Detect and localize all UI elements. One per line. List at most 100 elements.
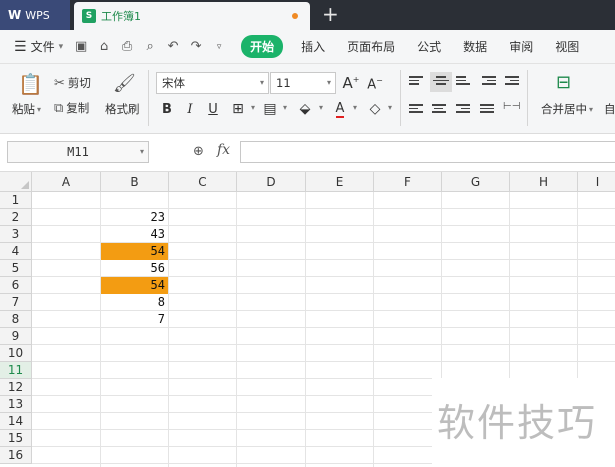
column-header-g[interactable]: G	[442, 172, 510, 192]
print-preview-icon[interactable]: ⌕	[142, 39, 158, 54]
row-header-16[interactable]: 16	[0, 447, 32, 464]
cell-b8[interactable]: 7	[101, 311, 168, 328]
scissors-icon: ✂	[54, 75, 65, 91]
shrink-font-button[interactable]: A−	[366, 76, 384, 92]
select-all-corner[interactable]	[0, 172, 32, 192]
increase-indent-icon[interactable]	[505, 74, 523, 90]
row-header-3[interactable]: 3	[0, 226, 32, 243]
row-gridline	[32, 361, 615, 362]
align-right-icon[interactable]	[456, 102, 474, 118]
merge-center-icon[interactable]: ⊟	[556, 72, 571, 93]
row-header-7[interactable]: 7	[0, 294, 32, 311]
wps-home-tab[interactable]: W WPS	[0, 0, 70, 30]
export-icon[interactable]: ⌂	[96, 39, 112, 54]
tab-formulas[interactable]: 公式	[417, 38, 441, 55]
tab-data[interactable]: 数据	[463, 38, 487, 55]
hamburger-icon: ☰	[14, 38, 27, 55]
cut-button[interactable]: ✂ 剪切	[54, 75, 91, 91]
cut-label: 剪切	[67, 76, 91, 90]
print-icon[interactable]: ⎙	[119, 39, 135, 54]
grow-font-icon: A	[342, 74, 353, 92]
justify-icon[interactable]	[480, 102, 498, 118]
row-header-10[interactable]: 10	[0, 345, 32, 362]
customize-dropdown-icon[interactable]: ▿	[211, 42, 227, 52]
decrease-indent-icon[interactable]	[482, 74, 500, 90]
tab-page-layout[interactable]: 页面布局	[347, 38, 395, 55]
chevron-down-icon[interactable]: ▾	[312, 103, 330, 112]
chevron-down-icon[interactable]: ▾	[276, 103, 294, 112]
function-icon[interactable]: fx	[217, 142, 230, 158]
align-top-icon[interactable]	[409, 74, 427, 90]
shrink-font-icon: A	[367, 77, 377, 93]
column-header-h[interactable]: H	[510, 172, 578, 192]
row-header-13[interactable]: 13	[0, 396, 32, 413]
column-header-i[interactable]: I	[578, 172, 615, 192]
column-header-e[interactable]: E	[306, 172, 374, 192]
menu-bar: ☰ 文件 ▾ ▣ ⌂ ⎙ ⌕ ↶ ↷ ▿ 开始 插入 页面布局 公式 数据 审阅…	[0, 30, 615, 64]
row-header-12[interactable]: 12	[0, 379, 32, 396]
italic-button[interactable]: I	[181, 102, 199, 117]
format-painter-icon[interactable]: 🖌	[113, 73, 136, 94]
tab-review[interactable]: 审阅	[509, 38, 533, 55]
font-name-select[interactable]: 宋体 ▾	[156, 72, 269, 94]
name-box[interactable]: M11 ▾	[7, 141, 149, 163]
save-icon[interactable]: ▣	[73, 39, 89, 54]
align-middle-icon[interactable]	[430, 72, 452, 92]
paste-button[interactable]: 粘贴 ▾	[12, 101, 41, 117]
undo-icon[interactable]: ↶	[165, 39, 181, 54]
column-header-a[interactable]: A	[32, 172, 101, 192]
formula-input[interactable]	[240, 141, 615, 163]
quick-access-toolbar: ▣ ⌂ ⎙ ⌕ ↶ ↷ ▿	[73, 39, 227, 54]
ribbon-tabs: 开始 插入 页面布局 公式 数据 审阅 视图	[241, 35, 601, 58]
row-header-2[interactable]: 2	[0, 209, 32, 226]
format-painter-button[interactable]: 格式刷	[105, 101, 140, 117]
font-size-select[interactable]: 11 ▾	[270, 72, 336, 94]
new-tab-button[interactable]: +	[322, 3, 339, 25]
cell-b5[interactable]: 56	[101, 260, 168, 277]
ribbon-divider	[400, 70, 401, 126]
row-header-15[interactable]: 15	[0, 430, 32, 447]
align-bottom-icon[interactable]	[456, 74, 474, 90]
chevron-down-icon[interactable]: ▾	[381, 103, 399, 112]
column-header-f[interactable]: F	[374, 172, 442, 192]
wrap-text-button-partial[interactable]: 自	[604, 101, 615, 117]
align-center-icon[interactable]	[432, 102, 450, 118]
paste-icon[interactable]: 📋	[18, 72, 43, 96]
column-header-b[interactable]: B	[101, 172, 169, 192]
chevron-down-icon: ▾	[589, 104, 594, 114]
tab-home[interactable]: 开始	[241, 35, 284, 58]
copy-button[interactable]: ⧉ 复制	[54, 100, 89, 116]
column-header-c[interactable]: C	[169, 172, 237, 192]
row-header-6[interactable]: 6	[0, 277, 32, 294]
zoom-icon[interactable]: ⊕	[193, 144, 204, 159]
column-gridline	[373, 192, 374, 467]
font-color-icon: A	[335, 101, 345, 118]
cell-b3[interactable]: 43	[101, 226, 168, 243]
distributed-align-icon[interactable]: ⊢⊣	[503, 101, 521, 117]
row-header-4[interactable]: 4	[0, 243, 32, 260]
row-header-9[interactable]: 9	[0, 328, 32, 345]
chevron-down-icon[interactable]: ▾	[244, 103, 262, 112]
cell-b6[interactable]: 54	[101, 277, 168, 294]
tab-view[interactable]: 视图	[555, 38, 579, 55]
tab-insert[interactable]: 插入	[301, 38, 325, 55]
row-header-5[interactable]: 5	[0, 260, 32, 277]
file-menu-button[interactable]: ☰ 文件 ▾	[14, 38, 63, 55]
grow-font-button[interactable]: A+	[342, 74, 360, 92]
chevron-down-icon[interactable]: ▾	[346, 103, 364, 112]
cell-b2[interactable]: 23	[101, 209, 168, 226]
merge-center-button[interactable]: 合并居中 ▾	[541, 101, 593, 117]
align-left-icon[interactable]	[409, 102, 427, 118]
bold-button[interactable]: B	[158, 102, 176, 117]
underline-button[interactable]: U	[204, 102, 222, 117]
cell-b7[interactable]: 8	[101, 294, 168, 311]
column-header-d[interactable]: D	[237, 172, 306, 192]
row-header-11[interactable]: 11	[0, 362, 32, 379]
row-header-8[interactable]: 8	[0, 311, 32, 328]
document-tab[interactable]: S 工作簿1	[74, 2, 310, 30]
row-gridline	[32, 344, 615, 345]
row-header-14[interactable]: 14	[0, 413, 32, 430]
redo-icon[interactable]: ↷	[188, 39, 204, 54]
row-header-1[interactable]: 1	[0, 192, 32, 209]
cell-b4[interactable]: 54	[101, 243, 168, 260]
